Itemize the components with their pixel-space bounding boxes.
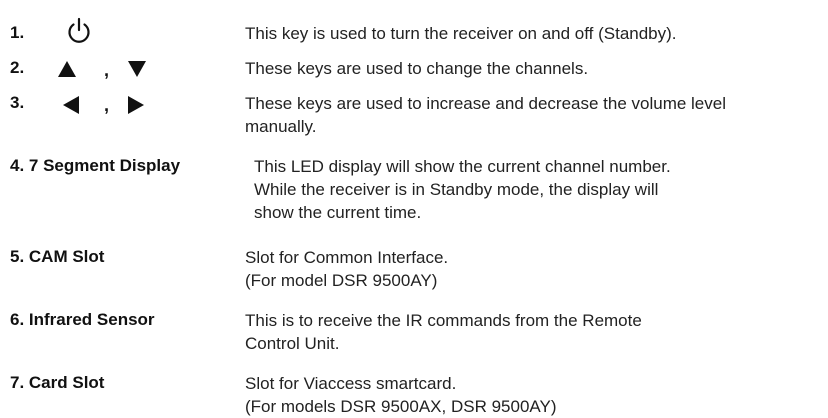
item-description-cont: (For model DSR 9500AY) — [245, 271, 438, 290]
down-triangle-icon — [127, 60, 147, 83]
item-description: These keys are used to increase and decr… — [245, 94, 726, 113]
right-triangle-icon — [127, 95, 145, 120]
separator: , — [104, 60, 110, 80]
item-label: 4. 7 Segment Display — [10, 156, 181, 175]
item-description: Slot for Viaccess smartcard. — [245, 374, 457, 393]
item-description: This is to receive the IR commands from … — [245, 311, 642, 330]
power-icon — [64, 16, 94, 51]
item-description: This key is used to turn the receiver on… — [245, 24, 677, 43]
item-description-cont: manually. — [245, 117, 317, 136]
item-number: 3. — [10, 93, 25, 112]
item-description: This LED display will show the current c… — [254, 157, 671, 176]
item-description-cont: (For models DSR 9500AX, DSR 9500AY) — [245, 397, 557, 416]
item-number: 1. — [10, 23, 25, 42]
item-label: 6. Infrared Sensor — [10, 310, 155, 329]
item-description-cont: Control Unit. — [245, 334, 340, 353]
item-description-cont: show the current time. — [254, 203, 422, 222]
item-description: Slot for Common Interface. — [245, 248, 449, 267]
up-triangle-icon — [57, 60, 77, 83]
separator: , — [104, 95, 110, 115]
item-number: 2. — [10, 58, 25, 77]
item-label: 5. CAM Slot — [10, 247, 105, 266]
left-triangle-icon — [62, 95, 80, 120]
item-description: These keys are used to change the channe… — [245, 59, 589, 78]
item-description-cont: While the receiver is in Standby mode, t… — [254, 180, 659, 199]
item-label: 7. Card Slot — [10, 373, 105, 392]
